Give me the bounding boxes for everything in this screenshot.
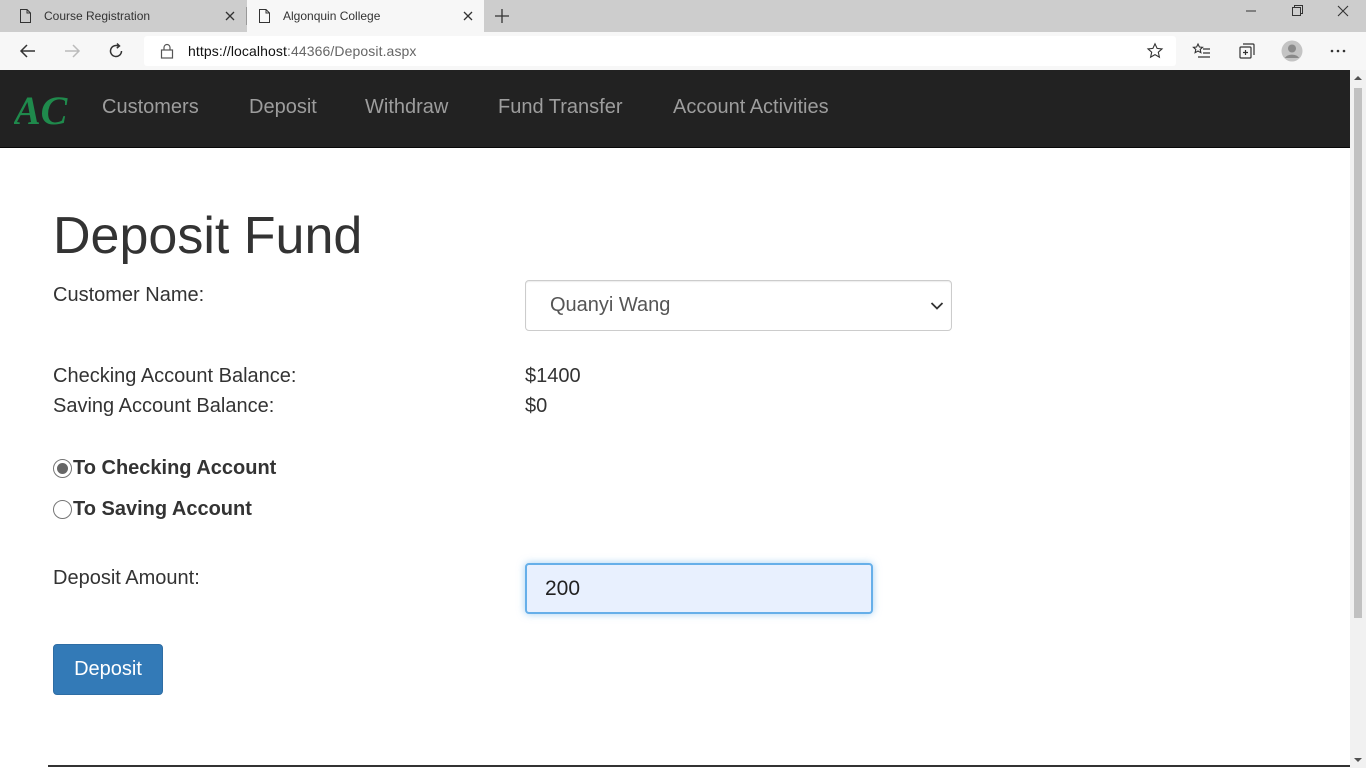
- browser-tab-strip: Course Registration Algonquin College: [0, 0, 1366, 32]
- nav-link-deposit[interactable]: Deposit: [249, 96, 317, 119]
- close-icon[interactable]: [460, 8, 476, 24]
- page-viewport: AC Customers Deposit Withdraw Fund Trans…: [0, 70, 1350, 768]
- logo-text: AC: [14, 88, 68, 128]
- algonquin-logo-icon[interactable]: AC: [14, 88, 68, 128]
- page-icon: [20, 9, 31, 23]
- deposit-amount-label: Deposit Amount:: [53, 567, 200, 589]
- collections-icon[interactable]: [1237, 41, 1257, 61]
- url-host: https://localhost: [188, 43, 287, 59]
- nav-link-withdraw[interactable]: Withdraw: [365, 96, 448, 119]
- tab-title: Course Registration: [44, 9, 151, 23]
- radio-to-checking[interactable]: To Checking Account: [53, 457, 276, 480]
- more-options-icon[interactable]: [1328, 41, 1348, 61]
- customer-select[interactable]: Quanyi Wang: [525, 280, 952, 331]
- deposit-amount-value: 200: [545, 577, 581, 600]
- address-bar[interactable]: https://localhost:44366/Deposit.aspx: [144, 36, 1176, 66]
- lock-icon[interactable]: [160, 43, 174, 59]
- minimize-icon[interactable]: [1228, 0, 1274, 30]
- favorite-star-icon[interactable]: [1146, 42, 1164, 60]
- url-text: https://localhost:44366/Deposit.aspx: [188, 43, 417, 59]
- new-tab-plus-icon[interactable]: [492, 6, 512, 26]
- radio-button-saving[interactable]: [53, 500, 72, 519]
- restore-icon[interactable]: [1274, 0, 1320, 30]
- browser-toolbar: https://localhost:44366/Deposit.aspx: [0, 32, 1366, 70]
- radio-to-saving[interactable]: To Saving Account: [53, 498, 252, 521]
- forward-arrow-icon[interactable]: [62, 41, 82, 61]
- nav-link-fund-transfer[interactable]: Fund Transfer: [498, 96, 623, 119]
- customer-name-label: Customer Name:: [53, 284, 205, 306]
- footer-divider: [48, 765, 1350, 767]
- deposit-button[interactable]: Deposit: [53, 644, 163, 695]
- page-title: Deposit Fund: [53, 207, 363, 265]
- window-close-icon[interactable]: [1320, 0, 1366, 30]
- checking-balance-value: $1400: [525, 365, 581, 387]
- profile-avatar-icon[interactable]: [1281, 40, 1303, 62]
- customer-select-value: Quanyi Wang: [550, 294, 671, 316]
- checking-balance-label: Checking Account Balance:: [53, 365, 297, 387]
- chevron-down-icon: [930, 302, 944, 310]
- tab-course-registration[interactable]: Course Registration: [0, 0, 246, 32]
- scroll-down-arrow-icon[interactable]: [1354, 756, 1362, 764]
- site-navbar: AC Customers Deposit Withdraw Fund Trans…: [0, 70, 1350, 148]
- tab-title: Algonquin College: [283, 9, 381, 23]
- favorites-list-icon[interactable]: [1192, 41, 1212, 61]
- url-path: :44366/Deposit.aspx: [286, 43, 417, 59]
- tab-algonquin-college[interactable]: Algonquin College: [247, 0, 484, 32]
- radio-label-checking[interactable]: To Checking Account: [73, 457, 276, 480]
- close-icon[interactable]: [222, 8, 238, 24]
- page-icon: [259, 9, 270, 23]
- radio-button-checking[interactable]: [53, 459, 72, 478]
- scroll-up-arrow-icon[interactable]: [1354, 74, 1362, 82]
- radio-label-saving[interactable]: To Saving Account: [73, 498, 252, 521]
- saving-balance-value: $0: [525, 395, 548, 417]
- saving-balance-label: Saving Account Balance:: [53, 395, 275, 417]
- nav-link-customers[interactable]: Customers: [102, 96, 199, 119]
- deposit-amount-input[interactable]: 200: [525, 563, 873, 614]
- vertical-scrollbar[interactable]: [1350, 70, 1366, 768]
- refresh-icon[interactable]: [106, 41, 126, 61]
- scrollbar-thumb[interactable]: [1354, 88, 1362, 618]
- back-arrow-icon[interactable]: [18, 41, 38, 61]
- nav-link-account-activities[interactable]: Account Activities: [673, 96, 829, 119]
